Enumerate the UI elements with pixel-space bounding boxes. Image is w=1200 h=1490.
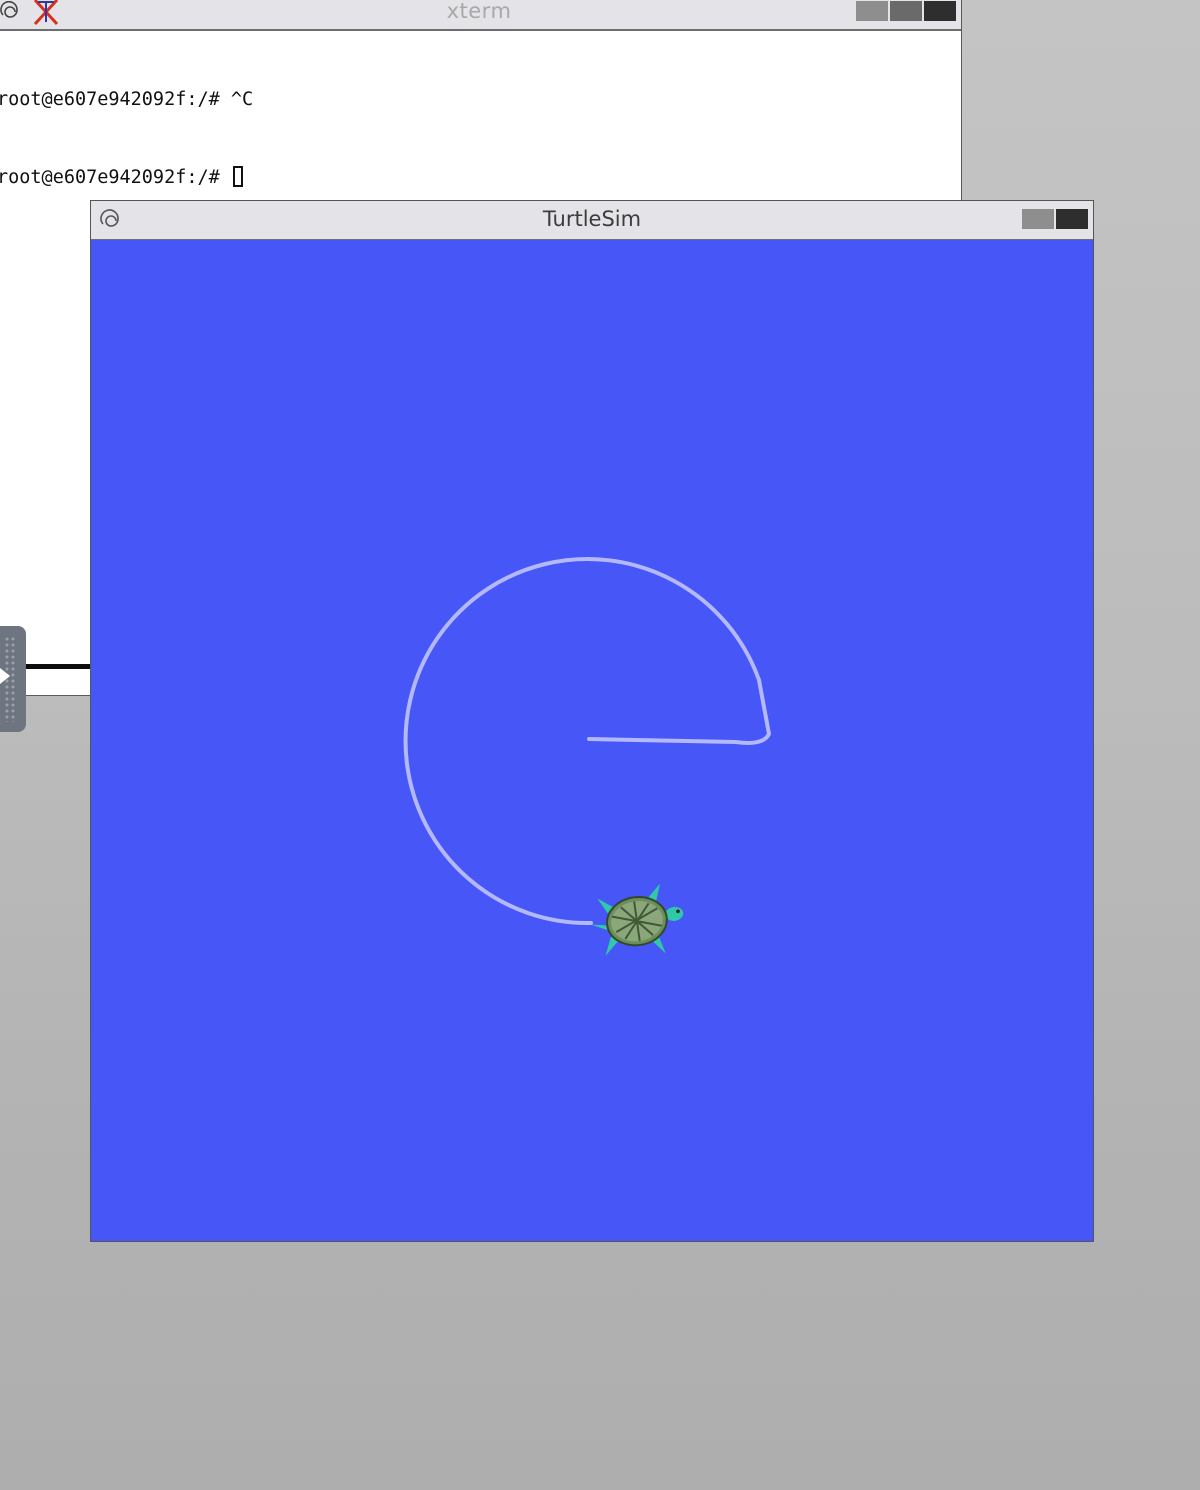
terminal-prompt: root@e607e942092f:/#	[0, 167, 231, 188]
turtle-icon	[590, 883, 684, 956]
turtlesim-window[interactable]: TurtleSim	[90, 200, 1094, 1242]
xterm-close-button[interactable]	[924, 1, 956, 21]
turtlesim-canvas	[91, 240, 1093, 1241]
xterm-window-buttons	[856, 1, 956, 21]
divider-line	[22, 664, 94, 669]
side-panel-handle[interactable]	[0, 626, 26, 732]
turtlesim-window-buttons	[1022, 209, 1088, 229]
turtlesim-title: TurtleSim	[542, 207, 642, 231]
terminal-cursor	[232, 166, 243, 187]
xterm-titlebar[interactable]: xterm	[0, 0, 961, 31]
turtlesim-drawing	[403, 557, 771, 956]
terminal-prompt-line: root@e607e942092f:/#	[0, 165, 961, 191]
terminal-line: root@e607e942092f:/# ^C	[0, 89, 254, 110]
expand-arrow-icon	[0, 668, 10, 684]
turtlesim-titlebar[interactable]: TurtleSim	[91, 201, 1093, 240]
pen-trail	[403, 557, 771, 926]
xterm-minimize-button[interactable]	[856, 1, 888, 21]
xterm-title: xterm	[446, 0, 512, 23]
turtlesim-maximize-button[interactable]	[1022, 209, 1054, 229]
turtlesim-close-button[interactable]	[1056, 209, 1088, 229]
xterm-maximize-button[interactable]	[890, 1, 922, 21]
